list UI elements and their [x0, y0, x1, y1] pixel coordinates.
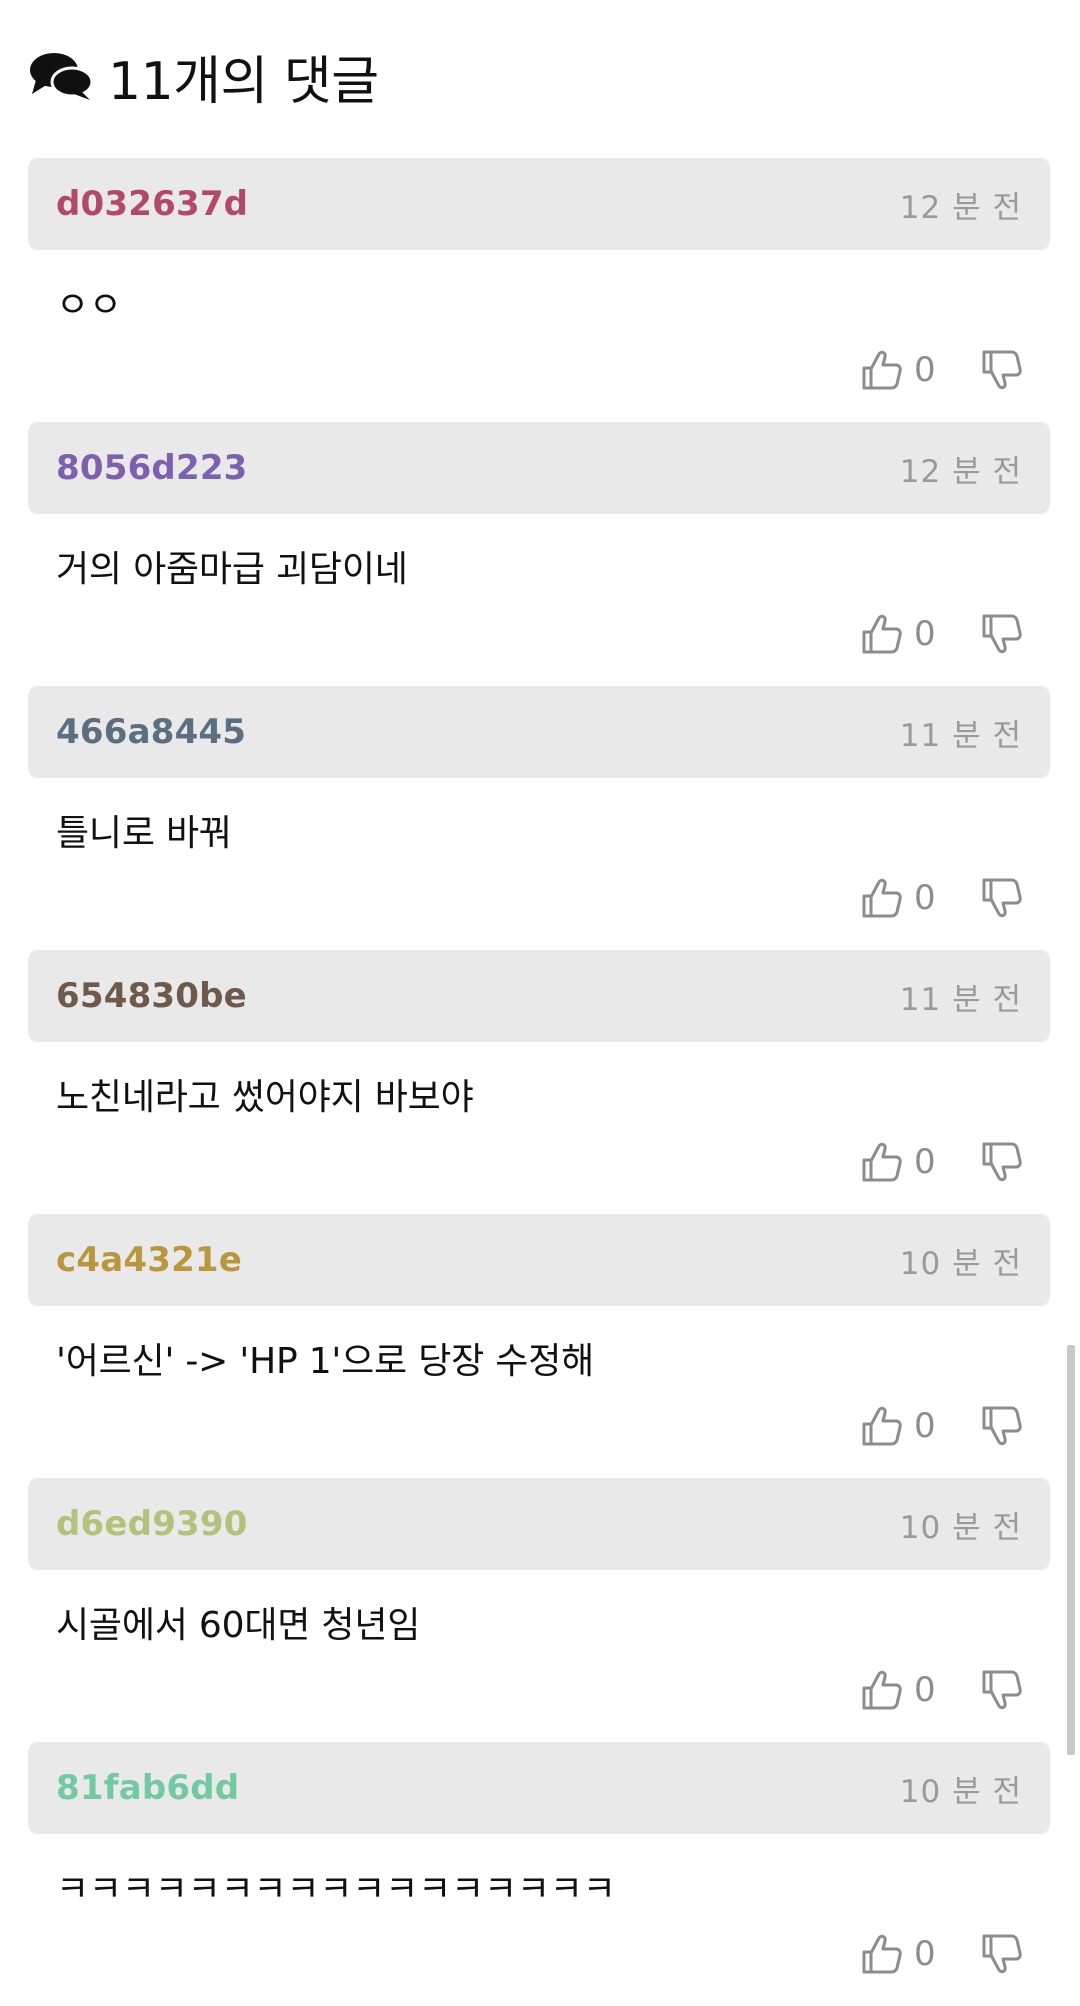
like-count: 0: [914, 1934, 936, 1974]
thumbs-down-icon: [982, 1934, 1022, 1974]
comment-text: '어르신' -> 'HP 1'으로 당장 수정해: [56, 1341, 595, 1382]
comment-header: 8056d223 12 분 전: [28, 422, 1050, 514]
vote-controls: 0: [860, 1666, 1024, 1714]
comment-text: 거의 아줌마급 괴담이네: [56, 549, 408, 590]
comment-author[interactable]: d6ed9390: [56, 1504, 248, 1544]
comment-header: 81fab6dd 10 분 전: [28, 1742, 1050, 1834]
thumbs-down-icon: [982, 1406, 1022, 1446]
like-button[interactable]: 0: [860, 348, 944, 392]
thumbs-up-icon: [862, 614, 902, 654]
dislike-button[interactable]: [980, 1404, 1024, 1448]
comment-time: 12 분 전: [899, 190, 1022, 226]
comment-time: 10 분 전: [899, 1510, 1022, 1546]
comment-text: ㅋㅋㅋㅋㅋㅋㅋㅋㅋㅋㅋㅋㅋㅋㅋㅋㅋ: [56, 1869, 616, 1910]
thumbs-down-icon: [982, 1670, 1022, 1710]
dislike-button[interactable]: [980, 348, 1024, 392]
like-button[interactable]: 0: [860, 1668, 944, 1712]
vote-controls: 0: [860, 346, 1024, 394]
like-count: 0: [914, 1142, 936, 1182]
comment-list: d032637d 12 분 전 ㅇㅇ 0 8056d223 12 분 전 거의 …: [28, 158, 1050, 2006]
comments-header: 11개의 댓글: [28, 40, 379, 112]
like-button[interactable]: 0: [860, 612, 944, 656]
thumbs-down-icon: [982, 1142, 1022, 1182]
dislike-button[interactable]: [980, 1140, 1024, 1184]
comment-author[interactable]: d032637d: [56, 184, 248, 224]
comment-time: 11 분 전: [899, 718, 1022, 754]
vote-controls: 0: [860, 1138, 1024, 1186]
comment-text: 틀니로 바꿔: [56, 813, 232, 854]
comment-item: 8056d223 12 분 전 거의 아줌마급 괴담이네 0: [28, 422, 1050, 686]
comment-item: d6ed9390 10 분 전 시골에서 60대면 청년임 0: [28, 1478, 1050, 1742]
comment-header: 466a8445 11 분 전: [28, 686, 1050, 778]
like-button[interactable]: 0: [860, 1404, 944, 1448]
comment-item: 466a8445 11 분 전 틀니로 바꿔 0: [28, 686, 1050, 950]
chat-bubbles-icon: [30, 53, 94, 100]
comment-item: d032637d 12 분 전 ㅇㅇ 0: [28, 158, 1050, 422]
comment-time: 10 분 전: [899, 1246, 1022, 1282]
thumbs-down-icon: [982, 614, 1022, 654]
comment-header: d6ed9390 10 분 전: [28, 1478, 1050, 1570]
comment-text: ㅇㅇ: [56, 285, 122, 326]
vote-controls: 0: [860, 1402, 1024, 1450]
comment-author[interactable]: 81fab6dd: [56, 1768, 239, 1808]
comment-header: 654830be 11 분 전: [28, 950, 1050, 1042]
comment-text: 노친네라고 썼어야지 바보야: [56, 1077, 474, 1118]
comment-time: 12 분 전: [899, 454, 1022, 490]
dislike-button[interactable]: [980, 612, 1024, 656]
vote-controls: 0: [860, 1930, 1024, 1978]
thumbs-up-icon: [862, 878, 902, 918]
like-button[interactable]: 0: [860, 876, 944, 920]
like-count: 0: [914, 878, 936, 918]
scrollbar[interactable]: [1067, 1345, 1075, 1755]
dislike-button[interactable]: [980, 1932, 1024, 1976]
thumbs-up-icon: [862, 1142, 902, 1182]
comment-author[interactable]: 654830be: [56, 976, 247, 1016]
comment-time: 11 분 전: [899, 982, 1022, 1018]
comment-author[interactable]: 8056d223: [56, 448, 248, 488]
comments-count-title: 11개의 댓글: [108, 51, 379, 112]
comment-header: d032637d 12 분 전: [28, 158, 1050, 250]
comment-author[interactable]: 466a8445: [56, 712, 246, 752]
thumbs-up-icon: [862, 1670, 902, 1710]
like-button[interactable]: 0: [860, 1140, 944, 1184]
vote-controls: 0: [860, 610, 1024, 658]
thumbs-up-icon: [862, 350, 902, 390]
comment-author[interactable]: c4a4321e: [56, 1240, 242, 1280]
comment-time: 10 분 전: [899, 1774, 1022, 1810]
dislike-button[interactable]: [980, 876, 1024, 920]
like-count: 0: [914, 1670, 936, 1710]
like-count: 0: [914, 614, 936, 654]
comment-item: 81fab6dd 10 분 전 ㅋㅋㅋㅋㅋㅋㅋㅋㅋㅋㅋㅋㅋㅋㅋㅋㅋ 0: [28, 1742, 1050, 2006]
vote-controls: 0: [860, 874, 1024, 922]
thumbs-down-icon: [982, 350, 1022, 390]
thumbs-up-icon: [862, 1934, 902, 1974]
thumbs-down-icon: [982, 878, 1022, 918]
dislike-button[interactable]: [980, 1668, 1024, 1712]
like-count: 0: [914, 350, 936, 390]
comment-item: c4a4321e 10 분 전 '어르신' -> 'HP 1'으로 당장 수정해…: [28, 1214, 1050, 1478]
comment-text: 시골에서 60대면 청년임: [56, 1605, 421, 1646]
like-count: 0: [914, 1406, 936, 1446]
comment-header: c4a4321e 10 분 전: [28, 1214, 1050, 1306]
comment-item: 654830be 11 분 전 노친네라고 썼어야지 바보야 0: [28, 950, 1050, 1214]
like-button[interactable]: 0: [860, 1932, 944, 1976]
thumbs-up-icon: [862, 1406, 902, 1446]
